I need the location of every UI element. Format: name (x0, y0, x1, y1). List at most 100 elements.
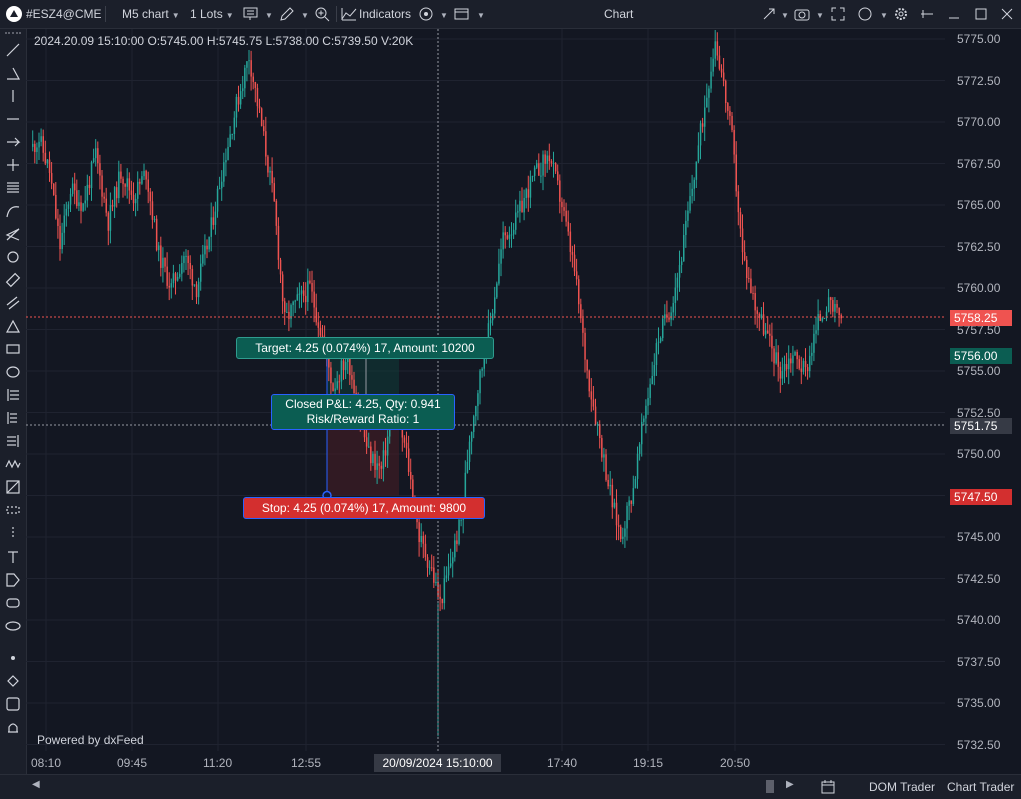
candle-body (166, 266, 168, 286)
candle-body (281, 274, 284, 302)
candle-body (643, 418, 645, 422)
gann-icon[interactable] (4, 432, 22, 450)
chart-canvas[interactable] (26, 29, 945, 774)
candle-body (309, 280, 311, 283)
price-axis-label: 5772.50 (957, 73, 1001, 88)
parallel-channel-icon[interactable] (4, 294, 22, 312)
chart-type-icon[interactable] (242, 5, 260, 23)
candle-body (227, 146, 229, 161)
chevron-down-icon[interactable]: ▼ (474, 0, 485, 28)
lots-selector[interactable]: 1 Lots ▼ (190, 0, 234, 28)
arrows-icon[interactable] (760, 5, 778, 23)
price-axis[interactable]: 5775.00 5772.50 5770.00 5767.50 5765.00 5762.… (945, 29, 1021, 774)
ruler-icon[interactable] (4, 271, 22, 289)
candle-body (372, 453, 374, 464)
maximize-icon[interactable] (972, 5, 990, 23)
scroll-right-icon[interactable]: ▶ (786, 779, 794, 790)
indicators-icon[interactable] (340, 5, 358, 23)
candle-body (580, 304, 582, 319)
indicators-button[interactable]: Indicators (359, 0, 411, 28)
arrow-icon[interactable] (4, 133, 22, 151)
bell-icon[interactable] (4, 719, 22, 737)
dot-icon[interactable] (4, 649, 22, 667)
candle-body (263, 126, 265, 132)
time-axis-label: 12:55 (291, 756, 322, 770)
chevron-down-icon[interactable]: ▼ (813, 0, 824, 28)
callout-icon[interactable] (4, 594, 22, 612)
symbol-selector[interactable]: #ESZ4@CME (26, 0, 102, 28)
pitchfork-icon[interactable] (4, 225, 22, 243)
app-logo-icon[interactable] (5, 5, 23, 23)
candle-body (317, 322, 320, 328)
price-label-icon[interactable] (4, 571, 22, 589)
target-label[interactable]: Target: 4.25 (0.074%) 17, Amount: 10200 (236, 337, 494, 359)
stop-price-tag: 5747.50 (950, 489, 1012, 505)
minimize-icon[interactable] (945, 5, 963, 23)
text-icon[interactable] (4, 548, 22, 566)
overlay-lines (26, 29, 945, 751)
angle-tool-icon[interactable] (4, 64, 22, 82)
candle-body (655, 343, 658, 366)
calendar-icon[interactable] (820, 779, 836, 795)
elliott-icon[interactable] (4, 455, 22, 473)
triangle-icon[interactable] (4, 317, 22, 335)
candle-body (756, 310, 758, 314)
camera-icon[interactable] (793, 5, 811, 23)
candle-body (720, 68, 723, 73)
rect-outline-icon[interactable] (4, 695, 22, 713)
pin-icon[interactable] (918, 5, 936, 23)
projection-icon[interactable] (4, 478, 22, 496)
chevron-down-icon[interactable]: ▼ (262, 0, 273, 28)
curve-icon[interactable] (4, 202, 22, 220)
dotted-rect-icon[interactable] (4, 501, 22, 519)
chevron-down-icon[interactable]: ▼ (437, 0, 448, 28)
candle-body (223, 162, 225, 182)
theme-icon[interactable] (856, 5, 874, 23)
diamond-icon[interactable] (4, 672, 22, 690)
fib-icon[interactable] (4, 179, 22, 197)
candle-body (536, 163, 538, 168)
line-tool-icon[interactable] (4, 41, 22, 59)
chevron-down-icon[interactable]: ▼ (778, 0, 789, 28)
candle-body (567, 221, 569, 232)
close-icon[interactable] (998, 5, 1016, 23)
pencil-icon[interactable] (278, 5, 296, 23)
spiral-icon[interactable] (4, 248, 22, 266)
scroll-left-icon[interactable]: ◀ (32, 779, 40, 790)
long-position-icon[interactable] (4, 386, 22, 404)
layout-icon[interactable] (453, 5, 471, 23)
time-axis-label: 20:50 (720, 756, 751, 770)
candle-body (447, 566, 450, 576)
dotted-vertical-icon[interactable] (4, 524, 22, 542)
chevron-down-icon[interactable]: ▼ (877, 0, 888, 28)
closed-pnl-label[interactable]: Closed P&L: 4.25, Qty: 0.941 Risk/Reward… (271, 394, 455, 430)
scrollbar-thumb[interactable] (766, 780, 774, 793)
candle-body (750, 278, 752, 293)
vertical-line-icon[interactable] (4, 87, 22, 105)
candle-body (34, 143, 36, 153)
candle-body (111, 205, 114, 207)
candle-body (231, 133, 233, 135)
rectangle-icon[interactable] (4, 340, 22, 358)
timeframe-selector[interactable]: M5 chart ▼ (122, 0, 180, 28)
ellipse-icon[interactable] (4, 363, 22, 381)
chart-trader-button[interactable]: Chart Trader (947, 780, 1014, 794)
candle-body (767, 330, 769, 334)
candle-body (687, 210, 689, 221)
price-axis-label: 5745.00 (957, 530, 1001, 544)
chevron-down-icon[interactable]: ▼ (298, 0, 309, 28)
stop-label[interactable]: Stop: 4.25 (0.074%) 17, Amount: 9800 (243, 497, 485, 519)
candle-body (275, 200, 278, 226)
candle-body (731, 115, 733, 130)
note-icon[interactable] (4, 617, 22, 635)
crosshair-icon[interactable] (4, 156, 22, 174)
gear-icon[interactable] (892, 5, 910, 23)
candle-body (36, 147, 38, 153)
compare-icon[interactable] (417, 5, 435, 23)
candle-body (210, 217, 212, 237)
short-position-icon[interactable] (4, 409, 22, 427)
fullscreen-icon[interactable] (829, 5, 847, 23)
zoom-in-icon[interactable] (313, 5, 331, 23)
horizontal-line-icon[interactable] (4, 110, 22, 128)
dom-trader-button[interactable]: DOM Trader (869, 780, 935, 794)
